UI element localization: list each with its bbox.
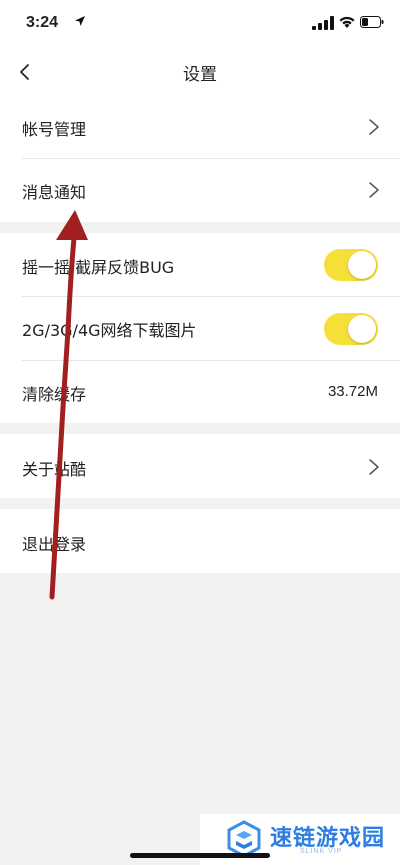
logout-button[interactable]: 退出登录 <box>0 509 400 573</box>
settings-item-account[interactable]: 帐号管理 <box>0 96 400 158</box>
location-arrow-icon <box>75 16 85 26</box>
settings-item-label: 关于站酷 <box>22 460 87 479</box>
battery-icon <box>360 16 384 28</box>
status-time: 3:24 <box>26 14 59 31</box>
chevron-right-icon <box>369 119 379 135</box>
settings-item-notifications[interactable]: 消息通知 <box>0 159 400 222</box>
settings-item-clear-cache[interactable]: 清除缓存 33.72M <box>0 361 400 423</box>
settings-group-account: 帐号管理 消息通知 <box>0 96 400 222</box>
toggle-knob <box>348 315 376 343</box>
settings-item-label: 清除缓存 <box>22 385 87 404</box>
settings-item-label: 摇一摇,截屏反馈BUG <box>22 258 175 277</box>
wifi-icon <box>339 16 355 28</box>
status-bar: 3:24 <box>0 0 400 48</box>
page-title: 设置 <box>183 65 217 85</box>
settings-item-network-images: 2G/3G/4G网络下载图片 <box>0 297 400 360</box>
settings-item-label: 消息通知 <box>22 183 87 202</box>
logout-label: 退出登录 <box>22 535 87 554</box>
nav-bar: 设置 <box>0 48 400 96</box>
settings-item-shake-feedback: 摇一摇,截屏反馈BUG <box>0 233 400 296</box>
network-images-toggle[interactable] <box>324 313 378 345</box>
settings-item-label: 帐号管理 <box>22 120 87 139</box>
settings-item-label: 2G/3G/4G网络下载图片 <box>22 321 197 340</box>
shake-feedback-toggle[interactable] <box>324 249 378 281</box>
chevron-right-icon <box>369 459 379 475</box>
settings-group-general: 摇一摇,截屏反馈BUG 2G/3G/4G网络下载图片 清除缓存 33.72M <box>0 233 400 423</box>
home-indicator <box>130 853 270 858</box>
cache-size-value: 33.72M <box>327 383 378 400</box>
chevron-right-icon <box>369 182 379 198</box>
toggle-knob <box>348 251 376 279</box>
watermark-subtitle: SLINK VIP <box>300 848 343 855</box>
settings-item-about[interactable]: 关于站酷 <box>0 434 400 498</box>
cellular-signal-icon <box>312 16 334 30</box>
